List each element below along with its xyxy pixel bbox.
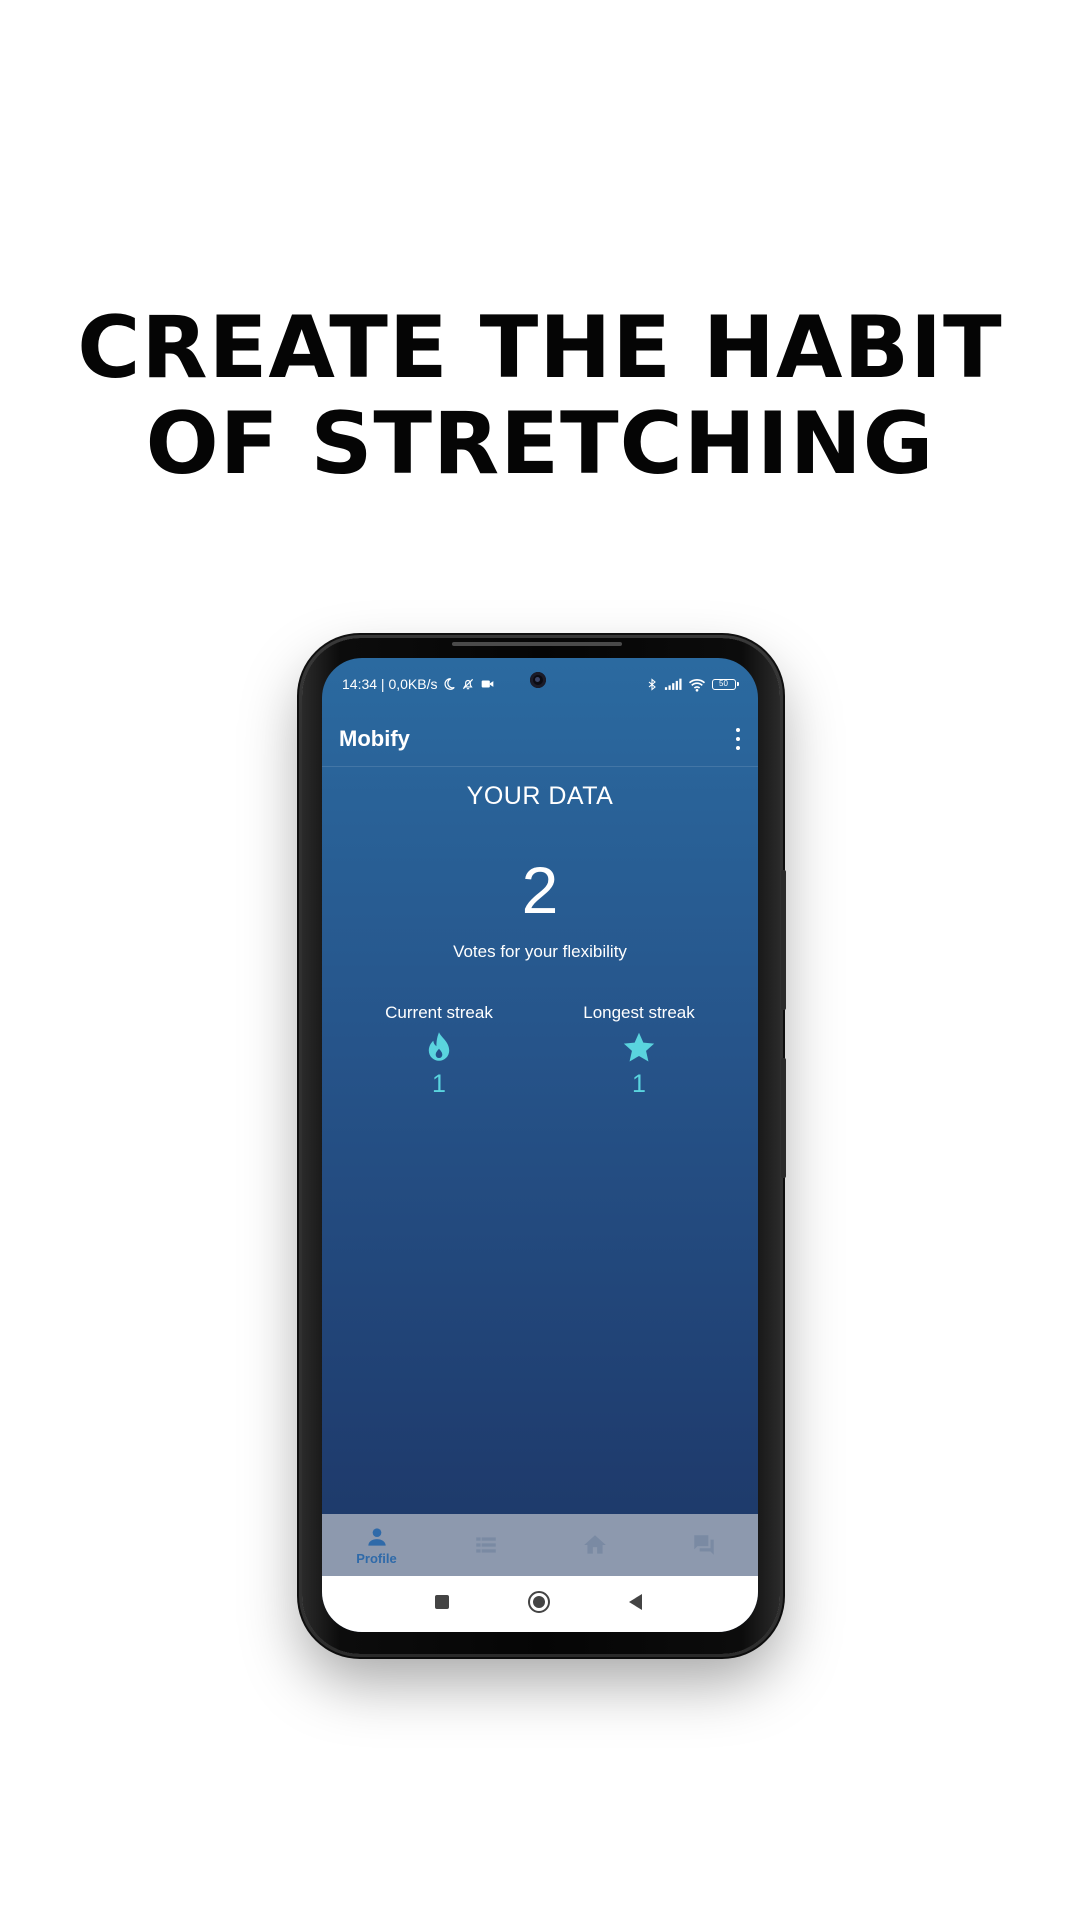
list-icon [475,1537,496,1553]
phone-power-button [781,1058,786,1178]
phone-earpiece [452,642,622,646]
headline-line-2: OF STRETCHING [145,394,935,494]
phone-screen: 14:34 | 0,0KB/s 50 Mobify YOUR DATA 2 Vo… [322,658,758,1632]
nav-item-profile[interactable]: Profile [322,1514,431,1576]
votes-count: 2 [521,853,559,927]
status-time: 14:34 | 0,0KB/s [342,676,438,692]
longest-streak-value: 1 [632,1070,646,1098]
current-streak: Current streak 1 [354,1002,524,1099]
battery-icon: 50 [712,679,739,690]
app-title: Mobify [339,726,410,751]
video-icon [482,680,494,688]
headline: CREATE THE HABIT OF STRETCHING [0,300,1080,492]
forum-icon [693,1535,714,1555]
more-vert-icon[interactable] [732,726,744,752]
app-bar: Mobify [322,712,758,767]
home-icon [583,1535,606,1554]
votes-label: Votes for your flexibility [453,942,627,961]
signal-icon [664,678,682,690]
bluetooth-icon [648,678,656,691]
status-left: 14:34 | 0,0KB/s [342,676,495,692]
nav-item-forum[interactable] [649,1514,758,1576]
wifi-icon [688,678,706,692]
phone-volume-button [781,870,786,1010]
nav-label-profile: Profile [356,1551,397,1566]
flame-icon [428,1032,450,1061]
moon-icon [444,678,456,690]
longest-streak: Longest streak 1 [554,1002,724,1099]
phone-mockup: 14:34 | 0,0KB/s 50 Mobify YOUR DATA 2 Vo… [302,638,786,1654]
bell-off-icon [463,678,474,690]
headline-line-1: CREATE THE HABIT [77,298,1003,398]
nav-item-home[interactable] [540,1514,649,1576]
current-streak-value: 1 [432,1070,446,1098]
recents-button[interactable] [432,1592,452,1612]
system-nav-bar [322,1576,758,1632]
star-icon [623,1032,655,1062]
longest-streak-label: Longest streak [583,1003,695,1022]
back-button[interactable] [626,1592,646,1612]
section-title: YOUR DATA [466,782,614,810]
battery-level: 50 [719,679,728,688]
bottom-nav: Profile [322,1514,758,1576]
current-streak-label: Current streak [385,1003,493,1022]
home-button[interactable] [527,1590,551,1614]
nav-item-list[interactable] [431,1514,540,1576]
status-bar: 14:34 | 0,0KB/s 50 [322,658,758,712]
person-icon [367,1528,386,1546]
status-right: 50 [646,677,739,692]
